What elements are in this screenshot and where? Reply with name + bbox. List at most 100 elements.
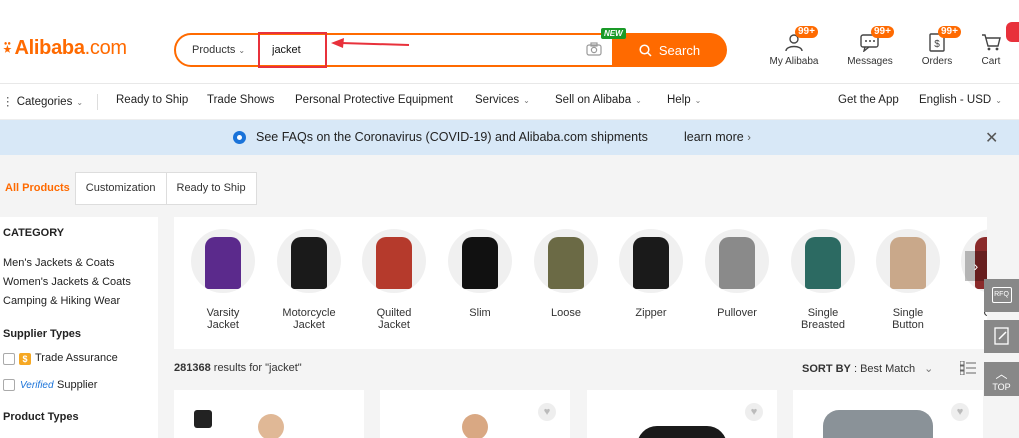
product-card[interactable] bbox=[174, 390, 364, 438]
chevron-down-icon: ⌄ bbox=[924, 363, 934, 375]
favorite-heart-icon[interactable]: ♥ bbox=[538, 403, 556, 421]
nav-help[interactable]: Help ⌄ bbox=[667, 94, 701, 106]
sort-by-dropdown[interactable]: SORT BY : Best Match ⌄ bbox=[802, 362, 933, 375]
product-card[interactable]: ♥ bbox=[587, 390, 777, 438]
category-label: Varsity Jacket bbox=[206, 307, 240, 331]
supplier-types-heading: Supplier Types bbox=[3, 328, 82, 340]
nav-orders[interactable]: $ 99+ Orders bbox=[918, 26, 961, 67]
divider bbox=[258, 42, 259, 60]
back-to-top-button[interactable]: ︿ TOP bbox=[984, 362, 1019, 396]
chevron-down-icon: ⌄ bbox=[238, 46, 246, 55]
new-badge: NEW bbox=[601, 28, 626, 39]
close-icon[interactable]: ✕ bbox=[985, 128, 998, 148]
verified-supplier-checkbox[interactable] bbox=[3, 379, 15, 391]
product-card[interactable]: ♥ bbox=[793, 390, 983, 438]
category-label: Single Button bbox=[892, 307, 924, 331]
search-bar: Products⌄ Search bbox=[174, 33, 727, 67]
rfq-icon: RFQ bbox=[991, 287, 1012, 303]
edit-icon bbox=[993, 327, 1009, 345]
jacket-thumbnail bbox=[633, 237, 669, 289]
feedback-button[interactable] bbox=[984, 320, 1019, 353]
carousel-category-item[interactable]: Single Button bbox=[869, 229, 947, 331]
jacket-thumbnail bbox=[205, 237, 241, 289]
search-button[interactable]: Search bbox=[612, 33, 727, 67]
chevron-right-icon: › bbox=[747, 132, 751, 144]
product-types-heading: Product Types bbox=[3, 411, 79, 423]
nav-my-alibaba[interactable]: 99+ My Alibaba bbox=[768, 26, 820, 67]
category-nav-bar: ⋮ Categories ⌄ Ready to Ship Trade Shows … bbox=[0, 84, 1019, 120]
rfq-button[interactable]: RFQ bbox=[984, 279, 1019, 312]
product-card[interactable]: ♥ bbox=[380, 390, 570, 438]
tab-customization[interactable]: Customization bbox=[74, 172, 167, 205]
chevron-down-icon: ⌄ bbox=[523, 96, 530, 105]
carousel-next-button[interactable]: › bbox=[965, 251, 987, 281]
jacket-thumbnail bbox=[548, 237, 584, 289]
category-label: Motorcycle Jacket bbox=[282, 307, 336, 331]
nav-ppe[interactable]: Personal Protective Equipment bbox=[295, 94, 453, 106]
menu-icon: ⋮ bbox=[2, 96, 14, 108]
carousel-category-item[interactable]: Loose bbox=[527, 229, 605, 319]
verified-supplier-label: Supplier bbox=[57, 379, 98, 391]
category-image bbox=[534, 229, 598, 293]
alibaba-logo[interactable]: ⍣ Alibaba.com bbox=[2, 37, 127, 60]
category-image bbox=[448, 229, 512, 293]
category-image bbox=[619, 229, 683, 293]
product-image bbox=[258, 414, 284, 438]
chevron-down-icon: ⌄ bbox=[635, 96, 642, 105]
nav-services[interactable]: Services ⌄ bbox=[475, 94, 530, 106]
banner-text: See FAQs on the Coronavirus (COVID-19) a… bbox=[256, 130, 648, 144]
covid-banner: See FAQs on the Coronavirus (COVID-19) a… bbox=[0, 120, 1019, 155]
jacket-thumbnail bbox=[376, 237, 412, 289]
jacket-thumbnail bbox=[719, 237, 755, 289]
nav-trade-shows[interactable]: Trade Shows bbox=[207, 94, 274, 106]
trade-assurance-checkbox[interactable] bbox=[3, 353, 15, 365]
list-view-icon[interactable] bbox=[960, 361, 976, 375]
carousel-category-item[interactable]: Pullover bbox=[698, 229, 776, 319]
category-link[interactable]: Men's Jackets & Coats bbox=[3, 257, 115, 269]
jacket-thumbnail bbox=[462, 237, 498, 289]
nav-cart[interactable]: Cart bbox=[978, 28, 1004, 67]
carousel-category-item[interactable]: Slim bbox=[441, 229, 519, 319]
side-panel-tab[interactable] bbox=[1006, 22, 1019, 42]
category-link[interactable]: Women's Jackets & Coats bbox=[3, 276, 131, 288]
nav-ready-to-ship[interactable]: Ready to Ship bbox=[116, 94, 188, 106]
annotation-arrow-icon bbox=[331, 38, 410, 48]
camera-icon[interactable] bbox=[586, 42, 602, 56]
results-count: 281368 results for "jacket" bbox=[174, 362, 302, 374]
favorite-heart-icon[interactable]: ♥ bbox=[745, 403, 763, 421]
nav-messages[interactable]: 99+ Messages bbox=[846, 26, 894, 67]
product-image bbox=[823, 410, 933, 438]
jacket-thumbnail bbox=[890, 237, 926, 289]
category-label: Coll bbox=[954, 307, 987, 319]
search-input[interactable] bbox=[268, 38, 578, 62]
carousel-category-item[interactable]: Single Breasted bbox=[784, 229, 862, 331]
cart-icon bbox=[980, 32, 1002, 52]
carousel-category-item[interactable]: Varsity Jacket bbox=[184, 229, 262, 331]
search-type-dropdown[interactable]: Products ⌄ bbox=[192, 44, 245, 56]
categories-menu[interactable]: ⋮ Categories ⌄ bbox=[2, 94, 83, 108]
orders-icon: $ 99+ bbox=[926, 26, 961, 52]
divider bbox=[97, 94, 98, 110]
chevron-down-icon: ⌄ bbox=[694, 96, 702, 105]
tab-ready-to-ship[interactable]: Ready to Ship bbox=[166, 172, 257, 205]
get-the-app-link[interactable]: Get the App bbox=[838, 94, 899, 106]
category-image bbox=[876, 229, 940, 293]
locale-selector[interactable]: English - USD ⌄ bbox=[919, 94, 1002, 106]
category-image bbox=[277, 229, 341, 293]
nav-sell-on-alibaba[interactable]: Sell on Alibaba ⌄ bbox=[555, 94, 642, 106]
result-tabs: All Products Customization Ready to Ship bbox=[0, 172, 257, 205]
trade-assurance-label: Trade Assurance bbox=[35, 352, 118, 364]
supplier-logo-icon bbox=[194, 410, 212, 428]
chevron-down-icon: ⌄ bbox=[76, 98, 84, 107]
filter-sidebar: CATEGORY Men's Jackets & Coats Women's J… bbox=[0, 217, 158, 438]
jacket-thumbnail bbox=[805, 237, 841, 289]
category-link[interactable]: Camping & Hiking Wear bbox=[3, 295, 120, 307]
carousel-category-item[interactable]: Zipper bbox=[612, 229, 690, 319]
favorite-heart-icon[interactable]: ♥ bbox=[951, 403, 969, 421]
jacket-thumbnail bbox=[291, 237, 327, 289]
carousel-category-item[interactable]: Motorcycle Jacket bbox=[270, 229, 348, 331]
learn-more-link[interactable]: learn more › bbox=[684, 130, 751, 144]
category-image bbox=[191, 229, 255, 293]
tab-all-products[interactable]: All Products bbox=[0, 172, 75, 205]
carousel-category-item[interactable]: Quilted Jacket bbox=[355, 229, 433, 331]
